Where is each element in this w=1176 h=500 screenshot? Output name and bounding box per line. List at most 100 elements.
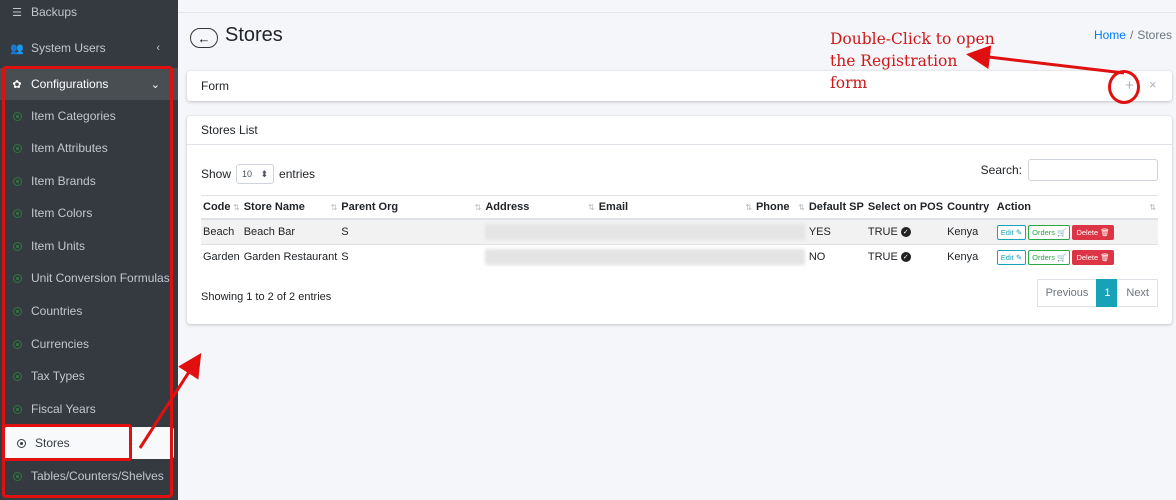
sidebar: ☰ Backups 👥 System Users ‹ ✿ Configurati… [0, 0, 178, 500]
annotation-line: Double-Click to open [830, 30, 995, 48]
cell-store-name: Beach Bar [241, 218, 340, 245]
sidebar-item-item-colors[interactable]: Item Colors [0, 197, 178, 229]
cell-select-on-pos: TRUE ✓ [865, 218, 946, 245]
cell-redacted [483, 244, 807, 269]
orders-button[interactable]: Orders 🛒 [1028, 224, 1071, 240]
redacted-block [485, 224, 805, 240]
cell-default-sp: NO [806, 244, 866, 269]
circle-icon [10, 371, 24, 381]
sidebar-item-currencies[interactable]: Currencies [0, 328, 178, 360]
annotation-text: Double-Click to open the Registration fo… [830, 28, 1020, 94]
cell-actions: Edit ✎ Orders 🛒 Delete 🗑 [994, 244, 1158, 269]
column-header-phone[interactable]: Phone ⇅ [753, 195, 807, 220]
column-header-parent-org[interactable]: Parent Org ⇅ [339, 195, 484, 220]
sidebar-item-label: System Users [31, 41, 106, 55]
column-header-default-sp[interactable]: Default SP [806, 195, 866, 220]
sidebar-item-item-units[interactable]: Item Units [0, 230, 178, 262]
cell-store-name: Garden Restaurant [241, 244, 340, 269]
delete-button[interactable]: Delete 🗑 [1072, 224, 1114, 240]
database-icon: ☰ [12, 6, 22, 19]
sidebar-item-item-attributes[interactable]: Item Attributes [0, 132, 178, 164]
annotation-line: form [830, 74, 868, 92]
search-label: Search: [980, 163, 1022, 177]
redacted-block [485, 249, 805, 265]
sidebar-item-item-brands[interactable]: Item Brands [0, 165, 178, 197]
table-row[interactable]: Beach Beach Bar S YES TRUE ✓ Kenya Edit ✎… [201, 218, 1158, 245]
sidebar-item-item-categories[interactable]: Item Categories [0, 100, 178, 132]
pagination-page-1[interactable]: 1 [1096, 279, 1119, 307]
sidebar-item-tax-types[interactable]: Tax Types [0, 360, 178, 392]
show-label: Show [201, 167, 232, 181]
sort-updown-icon: ⬍ [260, 168, 269, 179]
sidebar-item-fiscal-years[interactable]: Fiscal Years [0, 393, 178, 425]
top-navbar [178, 0, 1176, 13]
cell-country: Kenya [945, 244, 995, 269]
check-circle-icon: ✓ [900, 227, 911, 238]
sidebar-item-system-users[interactable]: 👥 System Users ‹ [0, 32, 178, 64]
close-icon[interactable]: × [1149, 77, 1157, 92]
sidebar-item-label: Tables/Counters/Shelves [31, 469, 164, 483]
form-card-title: Form [201, 79, 229, 93]
breadcrumb: Home / Stores [1094, 28, 1172, 42]
plus-icon[interactable]: + [1125, 77, 1134, 94]
circle-icon [10, 273, 24, 283]
pagination: Previous 1 Next [1036, 279, 1158, 307]
orders-button[interactable]: Orders 🛒 [1028, 249, 1071, 265]
table-info: Showing 1 to 2 of 2 entries [201, 291, 332, 303]
entries-label: entries [279, 167, 316, 181]
sidebar-item-label: Item Colors [31, 206, 93, 220]
list-card-header: Stores List [187, 116, 1172, 145]
sort-icon: ⇅ [330, 203, 338, 212]
gear-icon: ✿ [12, 78, 22, 91]
column-header-select-on-pos[interactable]: Select on POS [865, 195, 946, 220]
edit-button[interactable]: Edit ✎ [996, 224, 1027, 240]
cell-redacted [483, 218, 807, 245]
circle-icon [10, 111, 24, 121]
cell-select-on-pos: TRUE ✓ [865, 244, 946, 269]
sidebar-item-configurations[interactable]: ✿ Configurations ⌄ [0, 68, 178, 100]
sidebar-item-countries[interactable]: Countries [0, 295, 178, 327]
column-header-store-name[interactable]: Store Name ⇅ [241, 195, 340, 220]
list-card-title: Stores List [201, 123, 258, 137]
breadcrumb-current: Stores [1137, 28, 1172, 42]
sidebar-item-label: Unit Conversion Formulas [31, 271, 170, 285]
sidebar-item-label: Item Units [31, 239, 86, 253]
stores-list-card: Stores List Show 10 ⬍ entries Search: Co… [187, 116, 1172, 324]
entries-length-control: Show 10 ⬍ entries [201, 164, 315, 184]
sidebar-item-stores[interactable]: Stores [4, 427, 174, 459]
sidebar-item-backups[interactable]: ☰ Backups [0, 2, 178, 22]
table-row[interactable]: Garden Garden Restaurant S NO TRUE ✓ Keny… [201, 244, 1158, 269]
cell-code: Beach [201, 218, 242, 245]
sidebar-item-label: Countries [31, 304, 83, 318]
column-header-address[interactable]: Address ⇅ [483, 195, 597, 220]
circle-icon [10, 306, 24, 316]
search-input[interactable] [1028, 159, 1158, 181]
sidebar-item-tables-counters-shelves[interactable]: Tables/Counters/Shelves [0, 460, 178, 492]
chevron-down-icon: ⌄ [150, 78, 160, 91]
page-title: Stores [225, 24, 283, 46]
column-header-code[interactable]: Code ⇅ [201, 195, 242, 220]
entries-select[interactable]: 10 ⬍ [236, 164, 275, 184]
stores-table: Code ⇅ Store Name ⇅ Parent Org ⇅ Address ⇅ E… [201, 195, 1158, 269]
pagination-next[interactable]: Next [1117, 279, 1158, 307]
circle-icon [10, 241, 24, 251]
sidebar-item-unit-conversion-formulas[interactable]: Unit Conversion Formulas [0, 262, 178, 294]
sidebar-item-label: Currencies [31, 337, 90, 351]
delete-button[interactable]: Delete 🗑 [1072, 249, 1114, 265]
back-button[interactable]: ← [190, 28, 218, 48]
sort-icon: ⇅ [233, 203, 240, 212]
sort-icon: ⇅ [745, 203, 752, 212]
edit-button[interactable]: Edit ✎ [996, 249, 1027, 265]
sort-icon: ⇅ [588, 203, 595, 212]
breadcrumb-home-link[interactable]: Home [1094, 28, 1126, 42]
circle-icon [10, 471, 24, 481]
column-header-email[interactable]: Email ⇅ [596, 195, 754, 220]
pagination-previous[interactable]: Previous [1036, 279, 1098, 307]
sidebar-item-label: Stores [35, 436, 70, 450]
column-header-country[interactable]: Country [945, 195, 995, 220]
circle-icon [10, 404, 24, 414]
sort-icon: ⇅ [474, 203, 482, 212]
form-card[interactable]: Form + × [187, 71, 1172, 101]
sort-icon: ⇅ [1149, 203, 1156, 212]
sort-icon: ⇅ [798, 203, 805, 212]
